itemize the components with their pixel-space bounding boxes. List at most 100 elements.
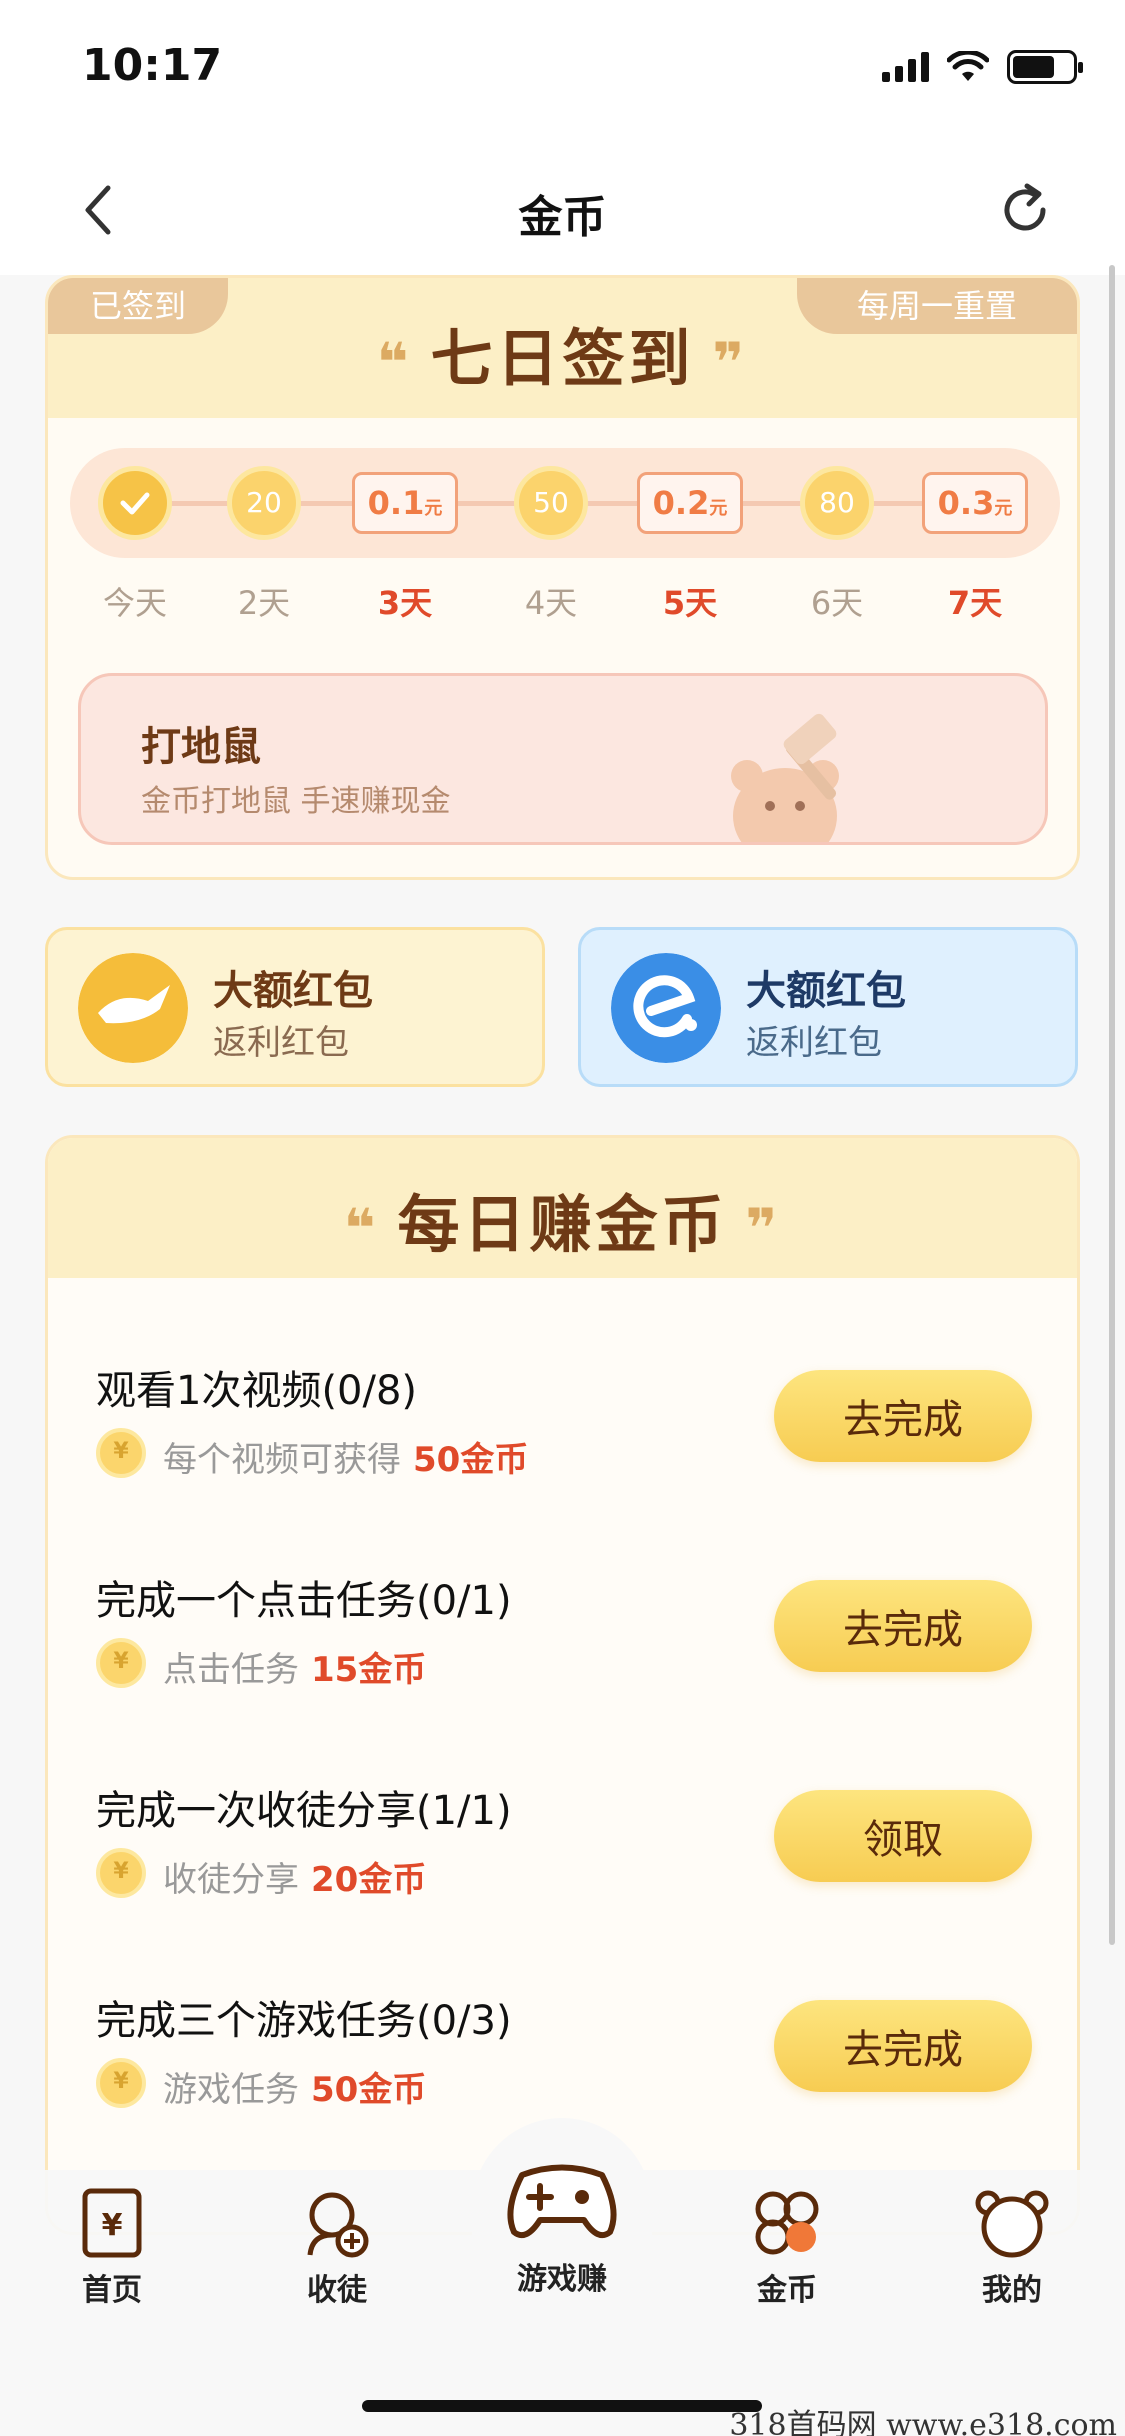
tab-label: 游戏赚 xyxy=(517,2262,607,2297)
packet-subtitle: 返利红包 xyxy=(213,1023,349,1063)
task-row: 完成一个点击任务(0/1) ¥ 点击任务 15金币 去完成 xyxy=(48,1558,1077,1748)
task-title: 完成一次收徒分享(1/1) xyxy=(96,1788,512,1834)
signin-title-text: 七日签到 xyxy=(430,322,695,395)
svg-text:¥: ¥ xyxy=(102,2208,123,2243)
tab-home[interactable]: ¥ 首页 xyxy=(42,2185,182,2309)
daily-title-text: 每日赚金币 xyxy=(397,1188,728,1261)
day-coin-node: 20 xyxy=(227,466,301,540)
task-title: 观看1次视频(0/8) xyxy=(96,1368,418,1414)
packet-card-yellow[interactable]: 大额红包 返利红包 xyxy=(45,927,545,1087)
day-checkmark-node xyxy=(98,466,172,540)
gamepad-icon xyxy=(507,2164,617,2238)
day-cash-node: 0.2元 xyxy=(637,472,743,534)
coin-icon: ¥ xyxy=(96,1638,146,1688)
tab-label: 金币 xyxy=(757,2273,817,2308)
tab-label: 我的 xyxy=(982,2273,1042,2308)
signal-icon xyxy=(882,52,929,82)
task-desc: 游戏任务 50金币 xyxy=(163,2062,426,2111)
nav-bar: 金币 xyxy=(0,135,1125,275)
refresh-icon[interactable] xyxy=(995,180,1055,240)
status-time: 10:17 xyxy=(82,40,223,91)
coin-icon: ¥ xyxy=(96,1428,146,1478)
signin-card: 已签到 每周一重置 ❝ 七日签到 ❞ 20 0.1元 50 0.2元 80 0.3元 xyxy=(45,275,1080,880)
quote-left-icon: ❝ xyxy=(376,331,413,395)
status-icons xyxy=(882,50,1083,84)
days-track: 20 0.1元 50 0.2元 80 0.3元 xyxy=(70,448,1060,558)
daily-title: ❝ 每日赚金币 ❞ xyxy=(48,1174,1077,1264)
task-reward: 50金币 xyxy=(413,1440,529,1480)
tab-coins[interactable]: 金币 xyxy=(717,2185,857,2309)
quote-right-icon: ❞ xyxy=(712,331,749,395)
tab-label: 首页 xyxy=(82,2273,142,2308)
task-row: 完成一次收徒分享(1/1) ¥ 收徒分享 20金币 领取 xyxy=(48,1768,1077,1958)
mole-hammer-icon xyxy=(731,713,839,842)
cash-amount: 0.3 xyxy=(937,484,995,522)
quote-right-icon: ❞ xyxy=(745,1197,782,1261)
cash-amount: 0.2 xyxy=(652,484,710,522)
day-cash-node: 0.1元 xyxy=(352,472,458,534)
day-label: 5天 xyxy=(662,584,718,622)
task-desc: 每个视频可获得 50金币 xyxy=(163,1432,528,1481)
banner-title: 打地鼠 xyxy=(141,724,261,770)
task-reward: 15金币 xyxy=(311,1650,427,1690)
day-label: 3天 xyxy=(377,584,433,622)
day-label: 4天 xyxy=(524,584,578,622)
task-reward: 50金币 xyxy=(311,2070,427,2110)
tab-label: 收徒 xyxy=(307,2273,367,2308)
task-claim-button[interactable]: 领取 xyxy=(774,1790,1032,1882)
scrollbar[interactable] xyxy=(1109,265,1115,1945)
task-desc-text: 游戏任务 xyxy=(163,2070,299,2110)
coin-icon: ¥ xyxy=(96,1848,146,1898)
status-bar: 10:17 xyxy=(0,0,1125,135)
task-desc-text: 收徒分享 xyxy=(163,1860,299,1900)
home-indicator xyxy=(362,2400,762,2412)
coin-icon: ¥ xyxy=(96,2058,146,2108)
page: 10:17 金币 已签到 每周一重置 ❝ 七日签到 ❞ 20 0.1元 50 0… xyxy=(0,0,1125,2436)
task-desc: 收徒分享 20金币 xyxy=(163,1852,426,1901)
check-icon xyxy=(120,492,150,515)
banner-subtitle: 金币打地鼠 手速赚现金 xyxy=(141,784,451,819)
cash-unit: 元 xyxy=(709,498,728,519)
tab-recruit[interactable]: 收徒 xyxy=(267,2185,407,2309)
wifi-icon xyxy=(947,51,989,81)
task-title: 完成三个游戏任务(0/3) xyxy=(96,1998,512,2044)
day-coin-node: 50 xyxy=(514,466,588,540)
packet-title: 大额红包 xyxy=(213,968,373,1014)
signin-title: ❝ 七日签到 ❞ xyxy=(48,308,1077,398)
tab-mine[interactable]: 我的 xyxy=(942,2185,1082,2309)
task-row: 观看1次视频(0/8) ¥ 每个视频可获得 50金币 去完成 xyxy=(48,1348,1077,1538)
packet-card-blue[interactable]: 大额红包 返利红包 xyxy=(578,927,1078,1087)
daily-tasks-card: ❝ 每日赚金币 ❞ 观看1次视频(0/8) ¥ 每个视频可获得 50金币 去完成 完成… xyxy=(45,1135,1080,2235)
packet-subtitle: 返利红包 xyxy=(746,1023,882,1063)
task-desc-text: 每个视频可获得 xyxy=(163,1440,401,1480)
cash-unit: 元 xyxy=(424,498,443,519)
task-desc: 点击任务 15金币 xyxy=(163,1642,426,1691)
day-label: 6天 xyxy=(810,584,864,622)
day-label: 今天 xyxy=(102,584,167,622)
task-go-button[interactable]: 去完成 xyxy=(774,1580,1032,1672)
whack-a-mole-banner[interactable]: 打地鼠 金币打地鼠 手速赚现金 xyxy=(78,673,1048,845)
day-cash-node: 0.3元 xyxy=(922,472,1028,534)
bear-icon xyxy=(975,2190,1049,2258)
page-title: 金币 xyxy=(518,192,607,243)
day-label: 7天 xyxy=(947,584,1003,622)
clover-icon xyxy=(755,2191,819,2255)
task-reward: 20金币 xyxy=(311,1860,427,1900)
watermark: 318首码网 www.e318.com xyxy=(729,2408,1117,2436)
cash-amount: 0.1 xyxy=(367,484,425,522)
home-icon: ¥ xyxy=(82,2188,142,2258)
tab-game-earn[interactable]: 游戏赚 xyxy=(492,2150,632,2298)
day-label: 2天 xyxy=(237,584,291,622)
battery-icon xyxy=(1007,50,1083,84)
task-desc-text: 点击任务 xyxy=(163,1650,299,1690)
task-go-button[interactable]: 去完成 xyxy=(774,1370,1032,1462)
task-title: 完成一个点击任务(0/1) xyxy=(96,1578,512,1624)
task-go-button[interactable]: 去完成 xyxy=(774,2000,1032,2092)
eleme-logo-icon xyxy=(611,953,721,1063)
packet-title: 大额红包 xyxy=(746,968,906,1014)
day-coin-node: 80 xyxy=(800,466,874,540)
day-labels: 今天 2天 3天 4天 5天 6天 7天 xyxy=(70,578,1060,628)
quote-left-icon: ❝ xyxy=(343,1197,380,1261)
rabbit-logo-icon xyxy=(78,953,188,1063)
cash-unit: 元 xyxy=(994,498,1013,519)
